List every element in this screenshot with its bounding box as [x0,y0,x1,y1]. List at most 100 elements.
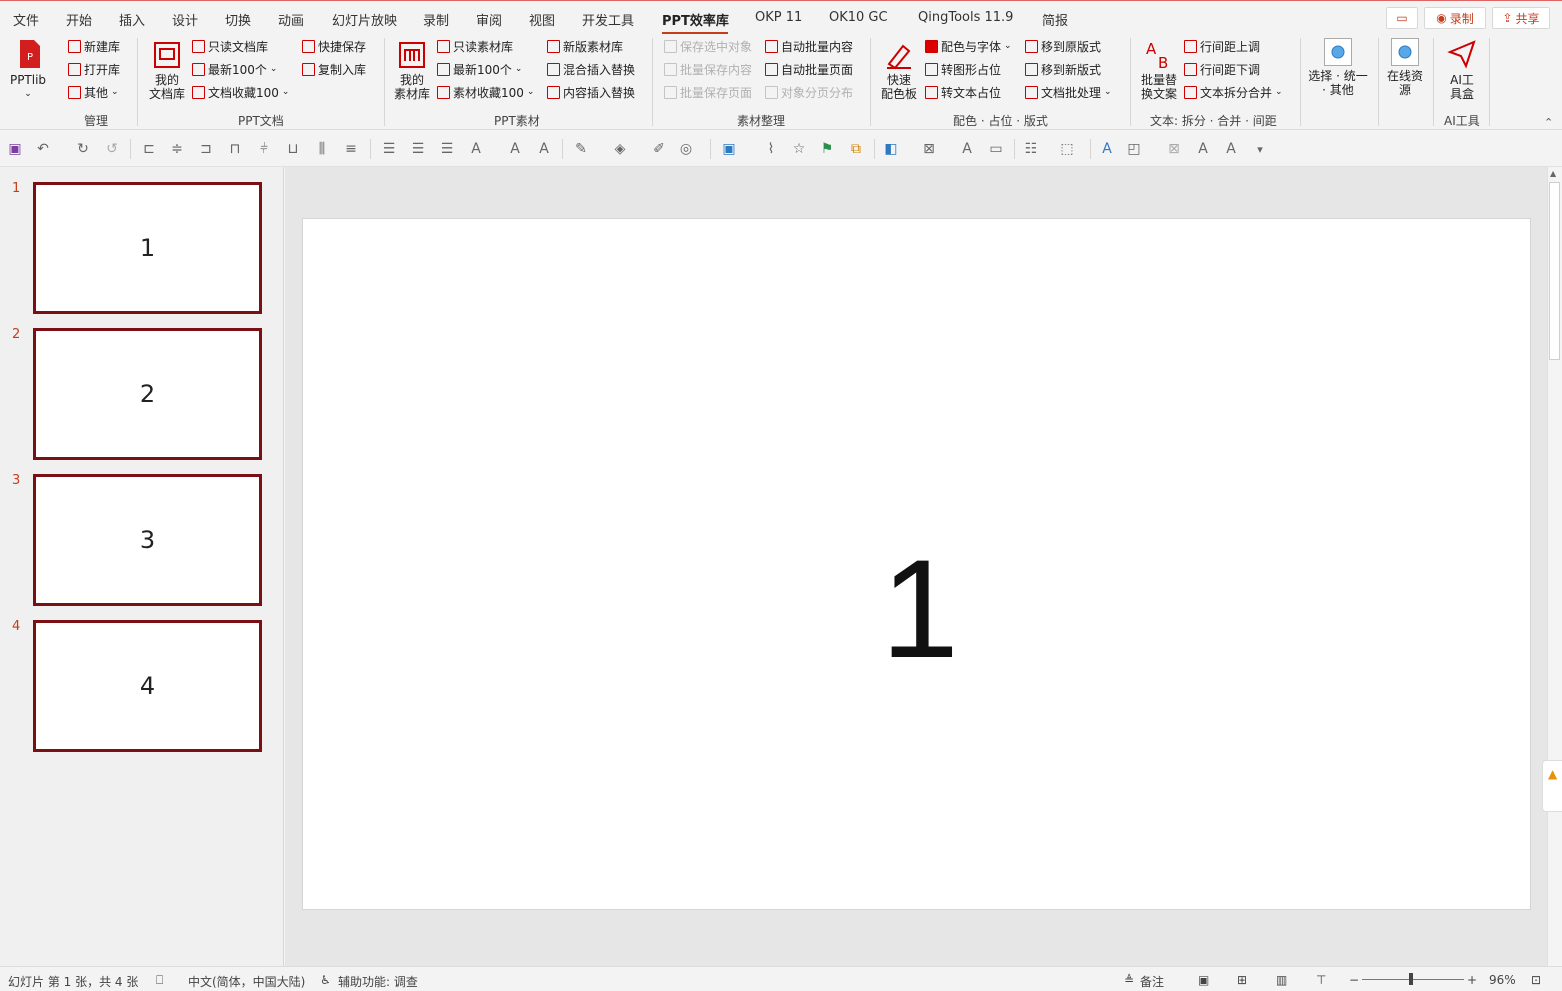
text-align-left-icon[interactable]: ☰ [380,140,398,158]
mixed-insert-replace-button[interactable]: 混合插入替换 [547,59,635,79]
text-style-icon[interactable]: A [958,140,976,158]
readonly-doc-button[interactable]: 只读文档库 [192,36,268,56]
color-font-button[interactable]: 配色与字体 ⌄ [925,36,1012,56]
font-increase-icon[interactable]: A [535,140,553,158]
latest-material-button[interactable]: 最新100个 ⌄ [437,59,522,79]
copy-to-library-button[interactable]: 复制入库 [302,59,366,79]
tab-transitions[interactable]: 切换 [225,10,251,29]
scrollbar-thumb[interactable] [1549,182,1560,360]
auto-batch-page-button[interactable]: 自动批量页面 [765,59,853,79]
spellcheck-icon[interactable]: ⎕ [156,973,163,988]
font-decrease-icon[interactable]: A [506,140,524,158]
text-split-merge-button[interactable]: 文本拆分合并 ⌄ [1184,82,1283,102]
document-batch-button[interactable]: 文档批处理 ⌄ [1025,82,1112,102]
tab-review[interactable]: 审阅 [476,10,502,29]
redo-icon[interactable]: ↻ [74,140,92,158]
content-insert-replace-button[interactable]: 内容插入替换 [547,82,635,102]
line-spacing-down-button[interactable]: 行间距下调 [1184,59,1260,79]
zoom-in-button[interactable]: + [1467,973,1477,987]
other-menu-button[interactable]: 其他 ⌄ [68,82,119,102]
tab-slideshow[interactable]: 幻灯片放映 [332,10,397,29]
align-top-icon[interactable]: ⊓ [226,140,244,158]
reading-view-icon[interactable]: ▥ [1276,973,1287,987]
slide-thumbnail-4[interactable]: 4 [33,620,262,752]
scroll-up-icon[interactable]: ▲ [1550,169,1556,178]
record-button[interactable]: ◉ 录制 [1424,7,1486,29]
format-painter-icon[interactable]: ✐ [650,140,668,158]
shrink-font-icon[interactable]: A [1222,140,1240,158]
new-library-button[interactable]: 新建库 [68,36,120,56]
tab-design[interactable]: 设计 [172,10,198,29]
grow-font-icon[interactable]: A [1194,140,1212,158]
tab-insert[interactable]: 插入 [119,10,145,29]
line-color-icon[interactable]: ✎ [572,140,590,158]
collapse-ribbon-icon[interactable]: ⌃ [1544,116,1553,129]
undo-icon[interactable]: ↶ [34,140,52,158]
notes-icon[interactable]: ≜ [1124,973,1134,987]
slide-thumbnail-2[interactable]: 2 [33,328,262,460]
auto-batch-content-button[interactable]: 自动批量内容 [765,36,853,56]
latest-doc-button[interactable]: 最新100个 ⌄ [192,59,277,79]
tab-record[interactable]: 录制 [423,10,449,29]
text-align-center-icon[interactable]: ☰ [409,140,427,158]
flag-icon[interactable]: ⚑ [818,140,836,158]
zoom-level[interactable]: 96% [1489,973,1516,987]
layout-icon[interactable]: ▣ [720,140,738,158]
customize-toolbar-icon[interactable]: ▾ [1251,140,1269,158]
readonly-material-button[interactable]: 只读素材库 [437,36,513,56]
quick-palette-button[interactable]: 快速 配色板 [877,38,921,101]
zoom-out-button[interactable]: − [1349,973,1359,987]
slide-thumbnail-3[interactable]: 3 [33,474,262,606]
ai-toolbox-button[interactable]: AI工 具盒 [1440,38,1484,101]
batch-save-page-button[interactable]: 批量保存页面 [664,82,752,102]
save-icon[interactable]: ▣ [6,140,24,158]
align-center-icon[interactable]: ≑ [168,140,186,158]
slide-sorter-icon[interactable]: ⊞ [1237,973,1247,987]
open-library-button[interactable]: 打开库 [68,59,120,79]
tab-briefing[interactable]: 简报 [1042,10,1068,29]
slideshow-icon[interactable]: ⊤ [1316,973,1326,987]
select-unify-button[interactable]: 选择 · 统一 · 其他 [1305,38,1371,97]
object-page-distribute-button[interactable]: 对象分页分布 [765,82,853,102]
tab-ok10[interactable]: OK10 GC [829,10,888,25]
batch-replace-text-button[interactable]: AB 批量替 换文案 [1137,38,1181,101]
material-favorites-button[interactable]: 素材收藏100 ⌄ [437,82,534,102]
current-slide[interactable]: 1 [302,218,1531,910]
font-color-icon[interactable]: A [467,140,485,158]
normal-view-icon[interactable]: ▣ [1198,973,1209,987]
comments-button[interactable]: ▭ [1386,7,1418,29]
notes-button[interactable]: 备注 [1140,973,1164,990]
insert-shape-icon[interactable]: ◰ [1125,140,1143,158]
text-align-right-icon[interactable]: ☰ [438,140,456,158]
align-right-icon[interactable]: ⊐ [197,140,215,158]
new-material-library-button[interactable]: 新版素材库 [547,36,623,56]
zoom-slider-thumb[interactable] [1409,973,1413,985]
line-spacing-up-button[interactable]: 行间距上调 [1184,36,1260,56]
to-text-placeholder-button[interactable]: 转文本占位 [925,82,1001,102]
move-to-new-layout-button[interactable]: 移到新版式 [1025,59,1101,79]
move-to-original-layout-button[interactable]: 移到原版式 [1025,36,1101,56]
save-selected-button[interactable]: 保存选中对象 [664,36,752,56]
repeat-icon[interactable]: ↺ [103,140,121,158]
accessibility-icon[interactable]: ♿ [320,973,331,987]
theme-colors-icon[interactable]: ◧ [882,140,900,158]
pptlib-button[interactable]: P PPTlib ⌄ [6,38,50,101]
tab-file[interactable]: 文件 [13,10,39,29]
star-icon[interactable]: ☆ [790,140,808,158]
language-indicator[interactable]: 中文(简体，中国大陆) [188,973,305,990]
quick-save-button[interactable]: 快捷保存 [302,36,366,56]
align-middle-icon[interactable]: ⫩ [255,140,273,158]
distribute-vertical-icon[interactable]: ≡ [342,140,360,158]
textbox-icon[interactable]: ▭ [987,140,1005,158]
tab-home[interactable]: 开始 [66,10,92,29]
align-left-icon[interactable]: ⊏ [140,140,158,158]
online-resources-button[interactable]: 在线资 源 [1383,38,1427,97]
tab-animations[interactable]: 动画 [278,10,304,29]
shape-effects-icon[interactable]: ◎ [677,140,695,158]
tab-view[interactable]: 视图 [529,10,555,29]
side-widget[interactable]: ▲ [1542,760,1562,812]
tab-ppt-efficiency[interactable]: PPT效率库 [662,10,729,29]
to-shape-placeholder-button[interactable]: 转图形占位 [925,59,1001,79]
fit-to-window-icon[interactable]: ⊡ [1531,973,1541,987]
slide-thumbnail-1[interactable]: 1 [33,182,262,314]
